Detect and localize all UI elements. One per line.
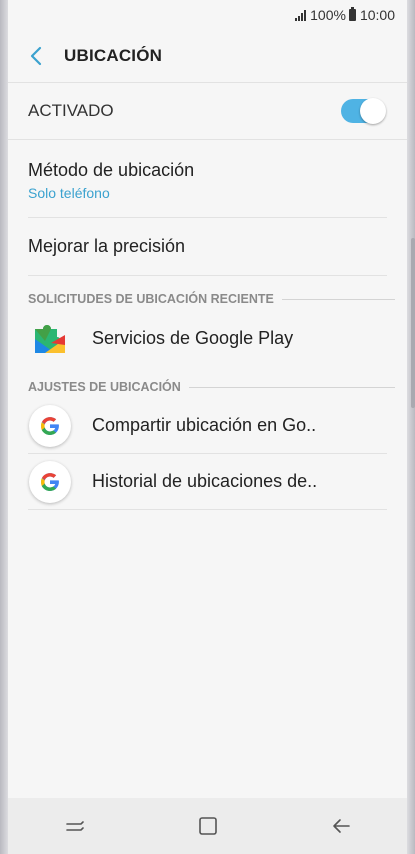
location-method-value: Solo teléfono — [28, 185, 110, 201]
location-setting-item[interactable]: Historial de ubicaciones de.. — [8, 454, 407, 510]
google-icon — [28, 460, 72, 504]
location-method-title: Método de ubicación — [28, 160, 195, 180]
signal-icon — [295, 9, 307, 21]
improve-accuracy-title: Mejorar la precisión — [28, 236, 186, 256]
master-switch-row[interactable]: ACTIVADO — [8, 83, 407, 139]
location-settings-label: AJUSTES DE UBICACIÓN — [28, 380, 181, 394]
location-toggle[interactable] — [341, 98, 386, 124]
device-side-button — [411, 238, 415, 408]
recent-requests-label: SOLICITUDES DE UBICACIÓN RECIENTE — [28, 292, 274, 306]
status-bar: 100% 10:00 — [8, 0, 407, 30]
location-method-item[interactable]: Método de ubicación Solo teléfono — [8, 140, 407, 218]
back-icon[interactable] — [317, 806, 365, 846]
location-setting-item[interactable]: Compartir ubicación en Go.. — [8, 398, 407, 454]
device-edge-left — [0, 0, 8, 854]
screen: 100% 10:00 UBICACIÓN ACTIVADO Método de … — [8, 0, 407, 854]
location-setting-label: Compartir ubicación en Go.. — [92, 415, 317, 435]
recent-request-item[interactable]: Servicios de Google Play — [8, 310, 407, 366]
clock: 10:00 — [359, 7, 395, 23]
recent-apps-icon[interactable] — [51, 806, 99, 846]
location-settings-header: AJUSTES DE UBICACIÓN — [8, 376, 407, 398]
master-switch-label: ACTIVADO — [28, 101, 114, 120]
section-divider — [188, 386, 395, 388]
app-bar: UBICACIÓN — [8, 30, 407, 82]
location-setting-label: Historial de ubicaciones de.. — [92, 471, 318, 491]
device-edge-right — [407, 0, 415, 854]
toggle-knob — [360, 98, 386, 124]
improve-accuracy-item[interactable]: Mejorar la precisión — [8, 218, 407, 276]
recent-requests-header: SOLICITUDES DE UBICACIÓN RECIENTE — [8, 288, 407, 310]
page-title: UBICACIÓN — [64, 46, 163, 65]
back-arrow-icon[interactable] — [24, 44, 48, 68]
google-play-services-icon — [28, 316, 72, 360]
google-icon — [28, 404, 72, 448]
home-icon[interactable] — [184, 806, 232, 846]
battery-percent: 100% — [310, 7, 346, 23]
battery-icon — [348, 7, 356, 21]
recent-request-label: Servicios de Google Play — [92, 327, 294, 348]
section-divider — [281, 298, 395, 300]
navigation-bar — [8, 798, 407, 854]
